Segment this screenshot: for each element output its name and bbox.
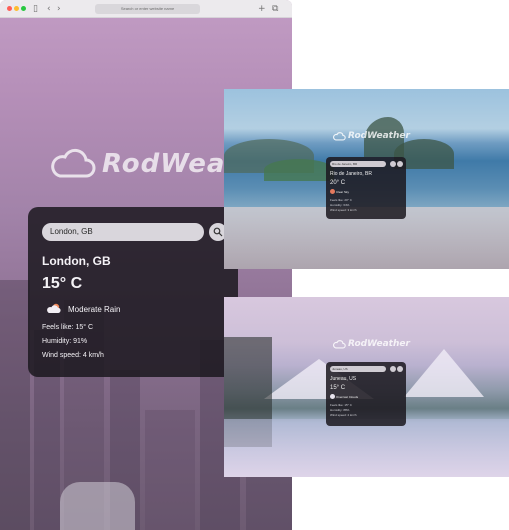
temperature: 15° C [42,275,83,292]
rio-brand-name: RodWeather [348,131,410,141]
mountain-location-button[interactable] [397,366,403,372]
search-icon [213,227,223,237]
mountain-search-input[interactable]: Juneau, US [330,366,386,372]
mountain-search-button[interactable] [390,366,396,372]
sun-icon [330,189,335,194]
minimize-window-button[interactable] [14,6,19,11]
rio-preview-screenshot: RodWeather Rio de Janeiro, BR Rio de Jan… [224,89,509,269]
plus-icon[interactable]: + [258,3,266,15]
sidebar-icon[interactable]: ▯ [33,3,38,15]
weather-description-row: Moderate Rain [46,303,120,315]
rio-city-name: Rio de Janeiro, BR [330,171,372,177]
close-window-button[interactable] [7,6,12,11]
rio-search-button[interactable] [390,161,396,167]
maximize-window-button[interactable] [21,6,26,11]
mountain-city-name: Juneau, US [330,376,357,382]
rio-wind-speed: Wind speed: 3 km/h [330,208,357,212]
rio-feels-like: Feels like: 20° C [330,198,352,202]
rio-search-input[interactable]: Rio de Janeiro, BR [330,161,386,167]
weather-card: London, GB London, GB 15° C Moderate Rai… [28,207,238,377]
city-name: London, GB [42,254,111,268]
cloud-logo-icon [333,131,346,140]
rio-description: Clear Sky [336,190,350,194]
rio-location-button[interactable] [397,161,403,167]
wind-speed: Wind speed: 4 km/h [42,352,104,359]
lake-background [224,419,509,477]
sun-cloud-rain-icon [47,303,61,313]
rio-weather-card: Rio de Janeiro, BR Rio de Janeiro, BR 20… [326,157,406,219]
browser-toolbar: ▯ ‹ › Search or enter website name + ⧉ [0,0,292,18]
mountain-brand-logo: RodWeather [332,339,410,349]
mountain-preview-screenshot: RodWeather Juneau, US Juneau, US 15° C O… [224,297,509,477]
humidity: Humidity: 91% [42,338,88,345]
mountain-wind-speed: Wind speed: 2 km/h [330,413,357,417]
cloud-logo-icon [333,339,346,348]
address-bar[interactable]: Search or enter website name [95,4,200,14]
tabs-icon[interactable]: ⧉ [272,3,278,15]
city-search-input[interactable]: London, GB [42,223,204,241]
mountain-description: Overcast Clouds [336,395,359,399]
feels-like: Feels like: 15° C [42,324,94,331]
cloud-logo-icon [51,148,96,178]
chevron-left-icon[interactable]: ‹ [47,3,51,15]
rio-humidity: Humidity: 64% [330,203,350,207]
cloud-icon [330,394,335,399]
mountain-weather-card: Juneau, US Juneau, US 15° C Overcast Clo… [326,362,406,426]
mountain-humidity: Humidity: 88% [330,408,350,412]
mountain-temperature: 15° C [330,385,346,391]
mountain-brand-name: RodWeather [348,339,410,349]
chevron-right-icon[interactable]: › [57,3,61,15]
mountain-feels-like: Feels like: 15° C [330,403,352,407]
rio-brand-logo: RodWeather [332,131,410,141]
rio-temperature: 20° C [330,180,346,186]
weather-description: Moderate Rain [68,304,121,314]
showcase-stage: ▯ ‹ › Search or enter website name + ⧉ R… [0,0,509,530]
